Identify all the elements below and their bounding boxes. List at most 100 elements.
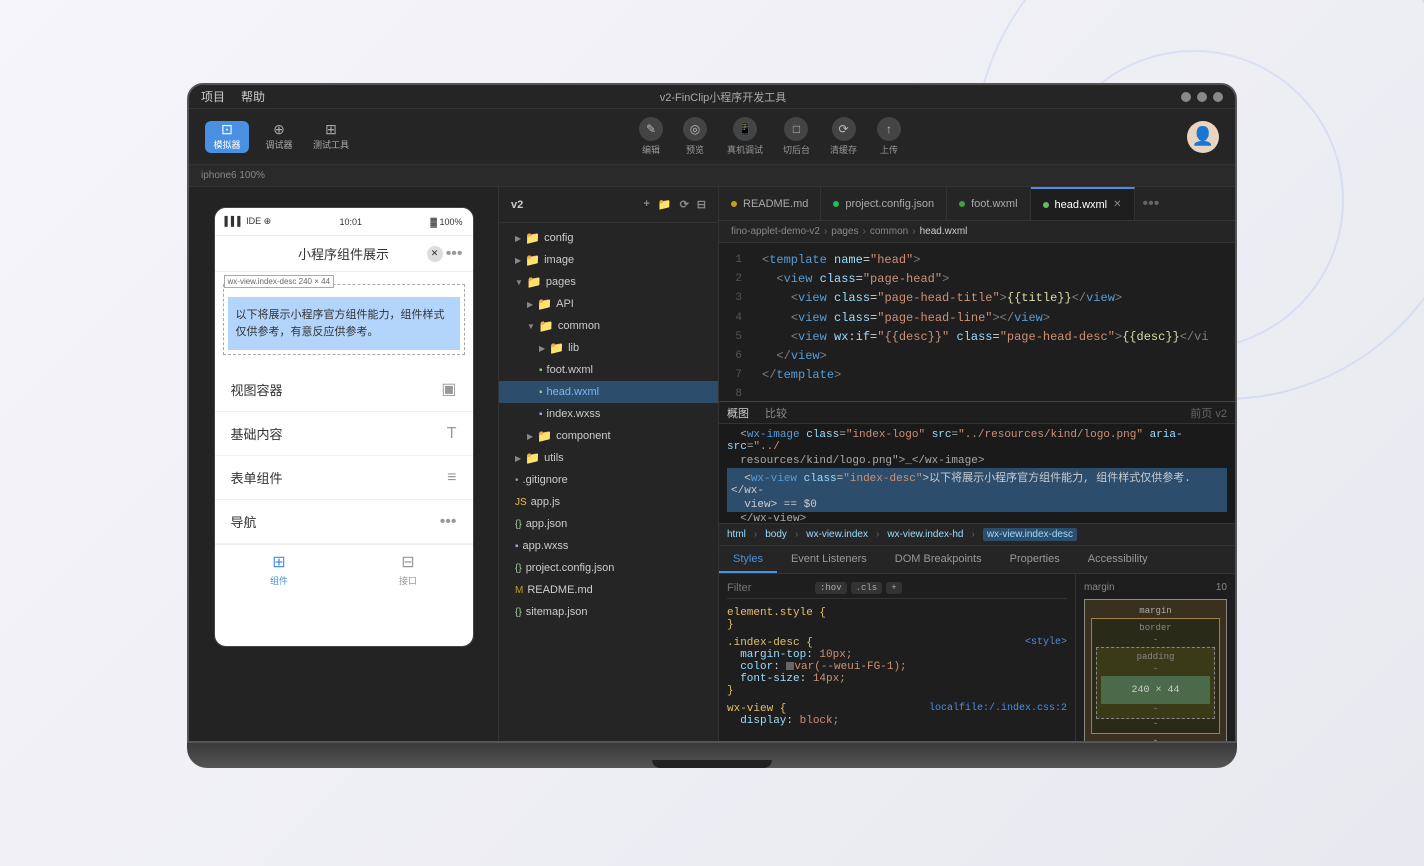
file-new-icon[interactable]: + <box>643 198 649 211</box>
tree-item-image[interactable]: ▶ 📁 image <box>499 249 718 271</box>
filter-badge-hov[interactable]: :hov <box>815 582 847 594</box>
toolbar-action-upload[interactable]: ↑ 上传 <box>877 117 901 156</box>
tree-item-common[interactable]: ▼ 📁 common <box>499 315 718 337</box>
source-content: <wx-image class="index-logo" src="../res… <box>719 424 1235 524</box>
window-close[interactable] <box>1213 92 1223 102</box>
elem-wx-view-desc[interactable]: wx-view.index-desc <box>983 528 1077 541</box>
file-collapse-icon[interactable]: ⊟ <box>697 198 706 211</box>
tree-item-component[interactable]: ▶ 📁 component <box>499 425 718 447</box>
filter-badge-cls[interactable]: .cls <box>851 582 883 594</box>
phone-menu-nav[interactable]: 导航 ••• <box>215 500 473 544</box>
laptop-screen-body: 项目 帮助 v2-FinClip小程序开发工具 ⊡ 模拟器 <box>187 83 1237 743</box>
toolbar-action-edit[interactable]: ✎ 编辑 <box>639 117 663 156</box>
elem-sep-4: › <box>971 529 974 540</box>
code-editor[interactable]: 1 <template name="head"> 2 <view class="… <box>719 243 1235 401</box>
tree-item-index-wxss[interactable]: ▪ index.wxss <box>499 403 718 425</box>
tree-label-index-wxss: index.wxss <box>547 408 601 420</box>
elem-html[interactable]: html <box>727 529 746 540</box>
tree-item-project-config[interactable]: {} project.config.json <box>499 557 718 579</box>
devtools-source-view[interactable]: <wx-image class="index-logo" src="../res… <box>719 424 1235 524</box>
elem-wx-view-index[interactable]: wx-view.index <box>806 529 868 540</box>
tree-label-component: component <box>556 430 610 442</box>
line-content-3: <view class="page-head-title">{{title}}<… <box>754 289 1235 308</box>
file-gitignore-icon: • <box>515 475 519 486</box>
tree-label-gitignore: .gitignore <box>523 474 568 486</box>
devtools-tab-event-listeners[interactable]: Event Listeners <box>777 546 881 573</box>
tab-head-wxml[interactable]: head.wxml ✕ <box>1031 187 1135 220</box>
toolbar-btn-debug[interactable]: ⊕ 调试器 <box>257 121 301 153</box>
line-num-4: 4 <box>719 309 754 328</box>
tree-label-app-wxss: app.wxss <box>523 540 569 552</box>
breadcrumb-file: head.wxml <box>920 226 968 237</box>
devtools-label-pagelist: 前页 v2 <box>1190 405 1227 421</box>
tab-readme[interactable]: README.md <box>719 187 821 220</box>
phone-menu-icon-2: ≡ <box>447 469 456 487</box>
tree-item-foot-wxml[interactable]: ▪ foot.wxml <box>499 359 718 381</box>
tree-label-lib: lib <box>568 342 579 354</box>
devtools-tab-properties[interactable]: Properties <box>996 546 1074 573</box>
devtools-tab-accessibility[interactable]: Accessibility <box>1074 546 1162 573</box>
style-prop-margin-top: margin-top: 10px; <box>727 649 1067 661</box>
tree-item-gitignore[interactable]: • .gitignore <box>499 469 718 491</box>
style-rule-element-selector: element.style { <box>727 607 1067 619</box>
menu-project[interactable]: 项目 <box>201 88 225 105</box>
phone-menu-form[interactable]: 表单组件 ≡ <box>215 456 473 500</box>
line-content-7: </template> <box>754 366 1235 385</box>
filter-input[interactable] <box>727 582 807 594</box>
user-avatar[interactable]: 👤 <box>1187 121 1219 153</box>
window-controls <box>1181 92 1223 102</box>
editor-area: README.md project.config.json foot.wxml <box>719 187 1235 741</box>
upload-icon: ↑ <box>877 117 901 141</box>
toolbar-btn-test[interactable]: ⊞ 测试工具 <box>309 121 353 153</box>
file-refresh-icon[interactable]: ⟳ <box>680 198 689 211</box>
window-maximize[interactable] <box>1197 92 1207 102</box>
arrow-config: ▶ <box>515 234 521 243</box>
tree-item-app-wxss[interactable]: ▪ app.wxss <box>499 535 718 557</box>
toolbar-action-background[interactable]: □ 切后台 <box>783 117 810 156</box>
tree-item-app-json[interactable]: {} app.json <box>499 513 718 535</box>
phone-menu-basic-content[interactable]: 基础内容 T <box>215 412 473 456</box>
elem-wx-view-hd[interactable]: wx-view.index-hd <box>887 529 963 540</box>
tree-item-head-wxml[interactable]: ▪ head.wxml <box>499 381 718 403</box>
phone-menu-view-container[interactable]: 视图容器 ▣ <box>215 367 473 412</box>
toolbar-action-clear-cache[interactable]: ⟳ 清缓存 <box>830 117 857 156</box>
tree-item-readme[interactable]: M README.md <box>499 579 718 601</box>
menu-help[interactable]: 帮助 <box>241 88 265 105</box>
folder-component-icon: 📁 <box>537 429 552 443</box>
tree-item-config[interactable]: ▶ 📁 config <box>499 227 718 249</box>
phone-title-dots[interactable]: ••• <box>446 245 463 263</box>
tab-project-config[interactable]: project.config.json <box>821 187 947 220</box>
tree-label-app-js: app.js <box>531 496 560 508</box>
toolbar-action-device-debug[interactable]: 📱 真机调试 <box>727 117 763 156</box>
tree-item-sitemap[interactable]: {} sitemap.json <box>499 601 718 623</box>
tab-close-head-wxml[interactable]: ✕ <box>1113 199 1121 210</box>
arrow-pages: ▼ <box>515 278 523 287</box>
box-margin-bottom-val: - <box>1091 736 1220 741</box>
phone-title-close[interactable]: ✕ <box>427 246 443 262</box>
tree-item-lib[interactable]: ▶ 📁 lib <box>499 337 718 359</box>
element-highlight-box: wx-view.index-desc 240 × 44 以下将展示小程序官方组件… <box>223 284 465 355</box>
box-padding-area: padding - 240 × 44 - <box>1096 647 1215 719</box>
tree-item-app-js[interactable]: JS app.js <box>499 491 718 513</box>
devtools-tab-dom-breakpoints[interactable]: DOM Breakpoints <box>881 546 996 573</box>
tree-item-utils[interactable]: ▶ 📁 utils <box>499 447 718 469</box>
tree-item-pages[interactable]: ▼ 📁 pages <box>499 271 718 293</box>
elem-body[interactable]: body <box>765 529 787 540</box>
filter-badge-plus[interactable]: + <box>886 582 901 594</box>
toolbar-action-preview[interactable]: ◎ 预览 <box>683 117 707 156</box>
tab-foot-wxml[interactable]: foot.wxml <box>947 187 1030 220</box>
toolbar-btn-simulate[interactable]: ⊡ 模拟器 <box>205 121 249 153</box>
file-folder-icon[interactable]: 📁 <box>658 198 672 211</box>
phone-nav-interface[interactable]: ⊟ 接口 <box>344 545 473 594</box>
tab-more[interactable]: ••• <box>1135 195 1168 213</box>
debug-icon: ⊕ <box>273 122 285 136</box>
devtools-tab-styles[interactable]: Styles <box>719 546 777 573</box>
phone-nav-components[interactable]: ⊞ 组件 <box>215 545 344 594</box>
src-line-img2: resources/kind/logo.png">_</wx-image> <box>727 454 1227 468</box>
box-border-label: border <box>1096 623 1215 633</box>
folder-utils-icon: 📁 <box>525 451 540 465</box>
window-minimize[interactable] <box>1181 92 1191 102</box>
element-tag-label: wx-view.index-desc 240 × 44 <box>224 275 335 288</box>
line-content-2: <view class="page-head"> <box>754 270 1235 289</box>
tree-item-api[interactable]: ▶ 📁 API <box>499 293 718 315</box>
